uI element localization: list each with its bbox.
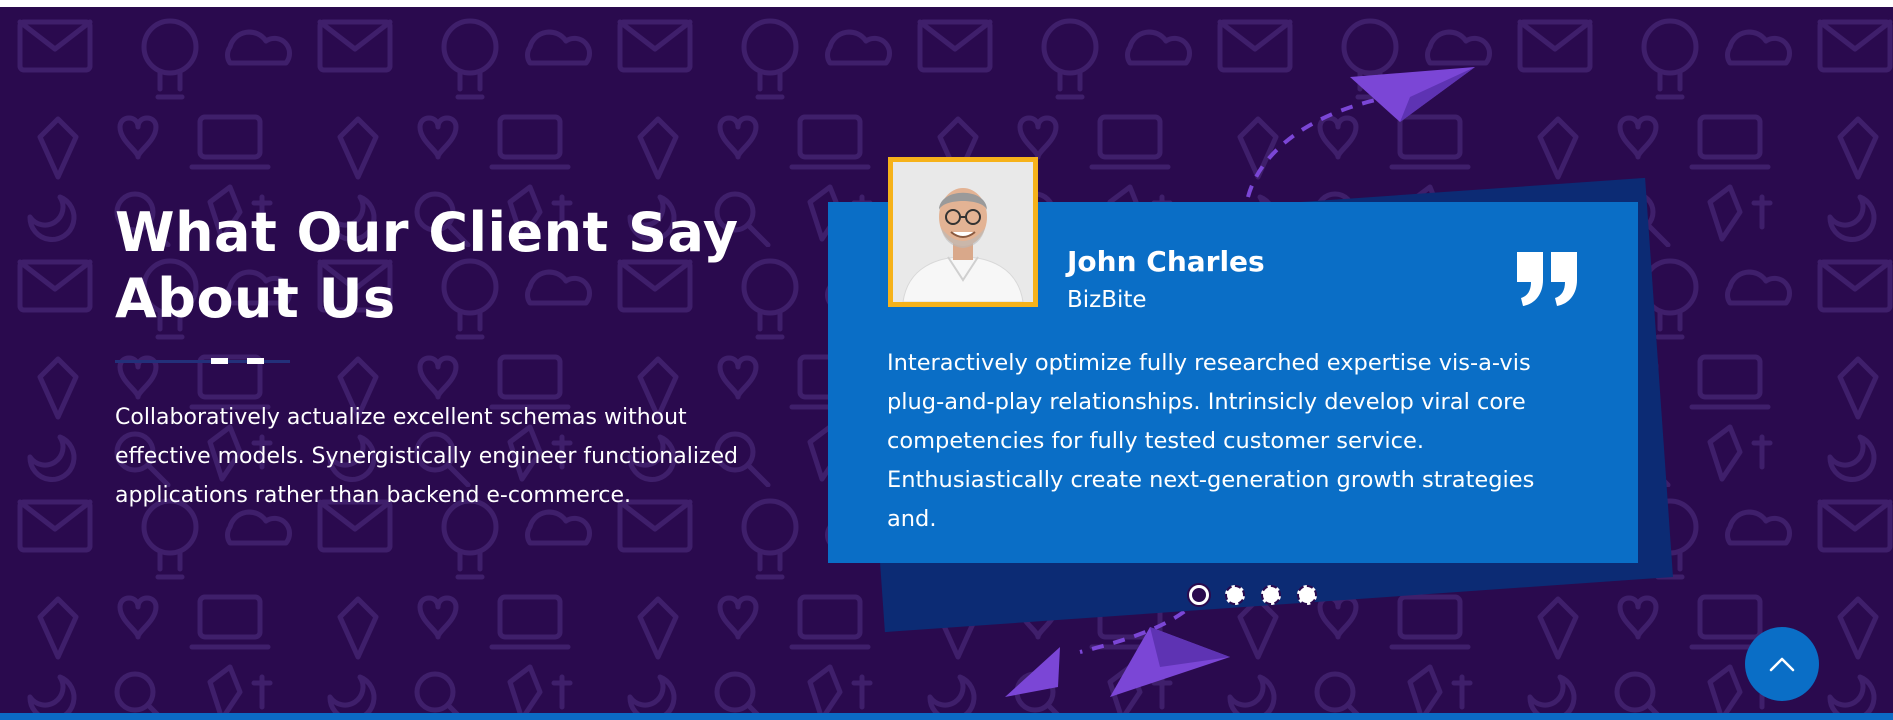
scroll-to-top-button[interactable] [1745, 627, 1819, 701]
slider-dot-3[interactable] [1261, 585, 1281, 605]
slider-dot-1[interactable] [1189, 585, 1209, 605]
paper-plane-top-icon [1246, 67, 1475, 198]
section-heading: What Our Client Say About Us [115, 201, 739, 330]
section-intro-text: Collaboratively actualize excellent sche… [115, 405, 739, 508]
footer-accent-bar [0, 713, 1893, 720]
heading-divider [115, 358, 290, 364]
testimonial-quote: Interactively optimize fully researched … [887, 350, 1535, 532]
client-avatar [888, 157, 1038, 307]
quote-icon [1517, 252, 1577, 306]
slider-dot-4[interactable] [1297, 585, 1317, 605]
client-company: BizBite [1067, 287, 1147, 313]
chevron-up-icon [1769, 657, 1795, 672]
slider-dot-2[interactable] [1225, 585, 1245, 605]
client-name: John Charles [1067, 245, 1265, 278]
